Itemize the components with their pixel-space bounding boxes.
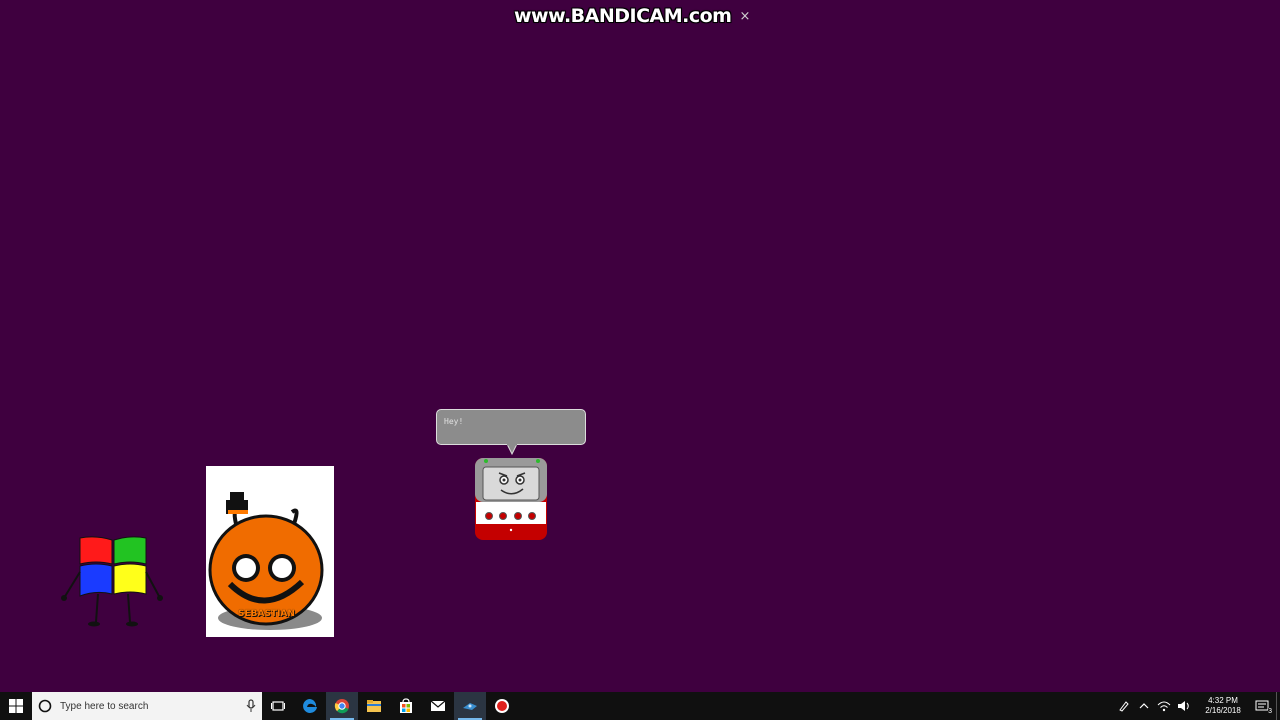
robot-character xyxy=(475,458,547,540)
task-view-icon xyxy=(271,701,285,711)
bandicam-watermark: www.BANDICAM.com × xyxy=(514,5,782,27)
windows-start-icon xyxy=(9,699,23,713)
watermark-text: www.BANDICAM.com xyxy=(514,5,732,27)
file-explorer-icon xyxy=(367,700,381,712)
app-taskbar-button[interactable] xyxy=(454,692,486,720)
sebastian-label: SEBASTIAN xyxy=(238,609,295,619)
tray-chevron-up-icon[interactable] xyxy=(1136,692,1152,720)
bandicam-taskbar-button[interactable] xyxy=(486,692,518,720)
taskbar-search-box[interactable]: Type here to search xyxy=(32,692,262,720)
volume-icon[interactable] xyxy=(1176,692,1192,720)
mail-icon xyxy=(430,700,446,711)
store-icon xyxy=(400,698,412,713)
start-button[interactable] xyxy=(0,692,32,720)
app-icon xyxy=(463,703,477,710)
show-desktop-button[interactable] xyxy=(1276,692,1280,720)
clock-time: 4:32 PM xyxy=(1208,696,1238,705)
bandicam-record-icon xyxy=(495,699,509,713)
search-placeholder: Type here to search xyxy=(60,700,149,712)
speech-bubble-tail xyxy=(506,444,518,456)
watermark-close-icon[interactable]: × xyxy=(739,9,750,24)
network-wifi-icon[interactable] xyxy=(1156,692,1172,720)
windows-logo-character xyxy=(61,536,163,627)
task-view-button[interactable] xyxy=(262,692,294,720)
tray-pen-icon[interactable] xyxy=(1116,692,1132,720)
edge-icon xyxy=(303,699,317,713)
edge-taskbar-button[interactable] xyxy=(294,692,326,720)
action-center-icon[interactable]: 3 xyxy=(1254,692,1272,720)
speech-bubble: Hey! xyxy=(436,409,586,445)
mail-button[interactable] xyxy=(422,692,454,720)
notification-count-badge: 3 xyxy=(1268,708,1272,715)
chrome-icon xyxy=(334,699,349,714)
sebastian-card: SEBASTIAN xyxy=(206,466,334,637)
microphone-icon[interactable] xyxy=(246,699,256,713)
clock-date: 2/16/2018 xyxy=(1205,706,1241,715)
speech-bubble-text: Hey! xyxy=(444,417,464,426)
taskbar: Type here to search 4:32 PM 2/16/2018 3 xyxy=(0,692,1280,720)
taskbar-clock[interactable]: 4:32 PM 2/16/2018 xyxy=(1198,696,1248,716)
store-button[interactable] xyxy=(390,692,422,720)
chrome-taskbar-button[interactable] xyxy=(326,692,358,720)
cortana-search-icon xyxy=(38,699,52,713)
system-tray: 4:32 PM 2/16/2018 3 xyxy=(1114,692,1280,720)
file-explorer-button[interactable] xyxy=(358,692,390,720)
